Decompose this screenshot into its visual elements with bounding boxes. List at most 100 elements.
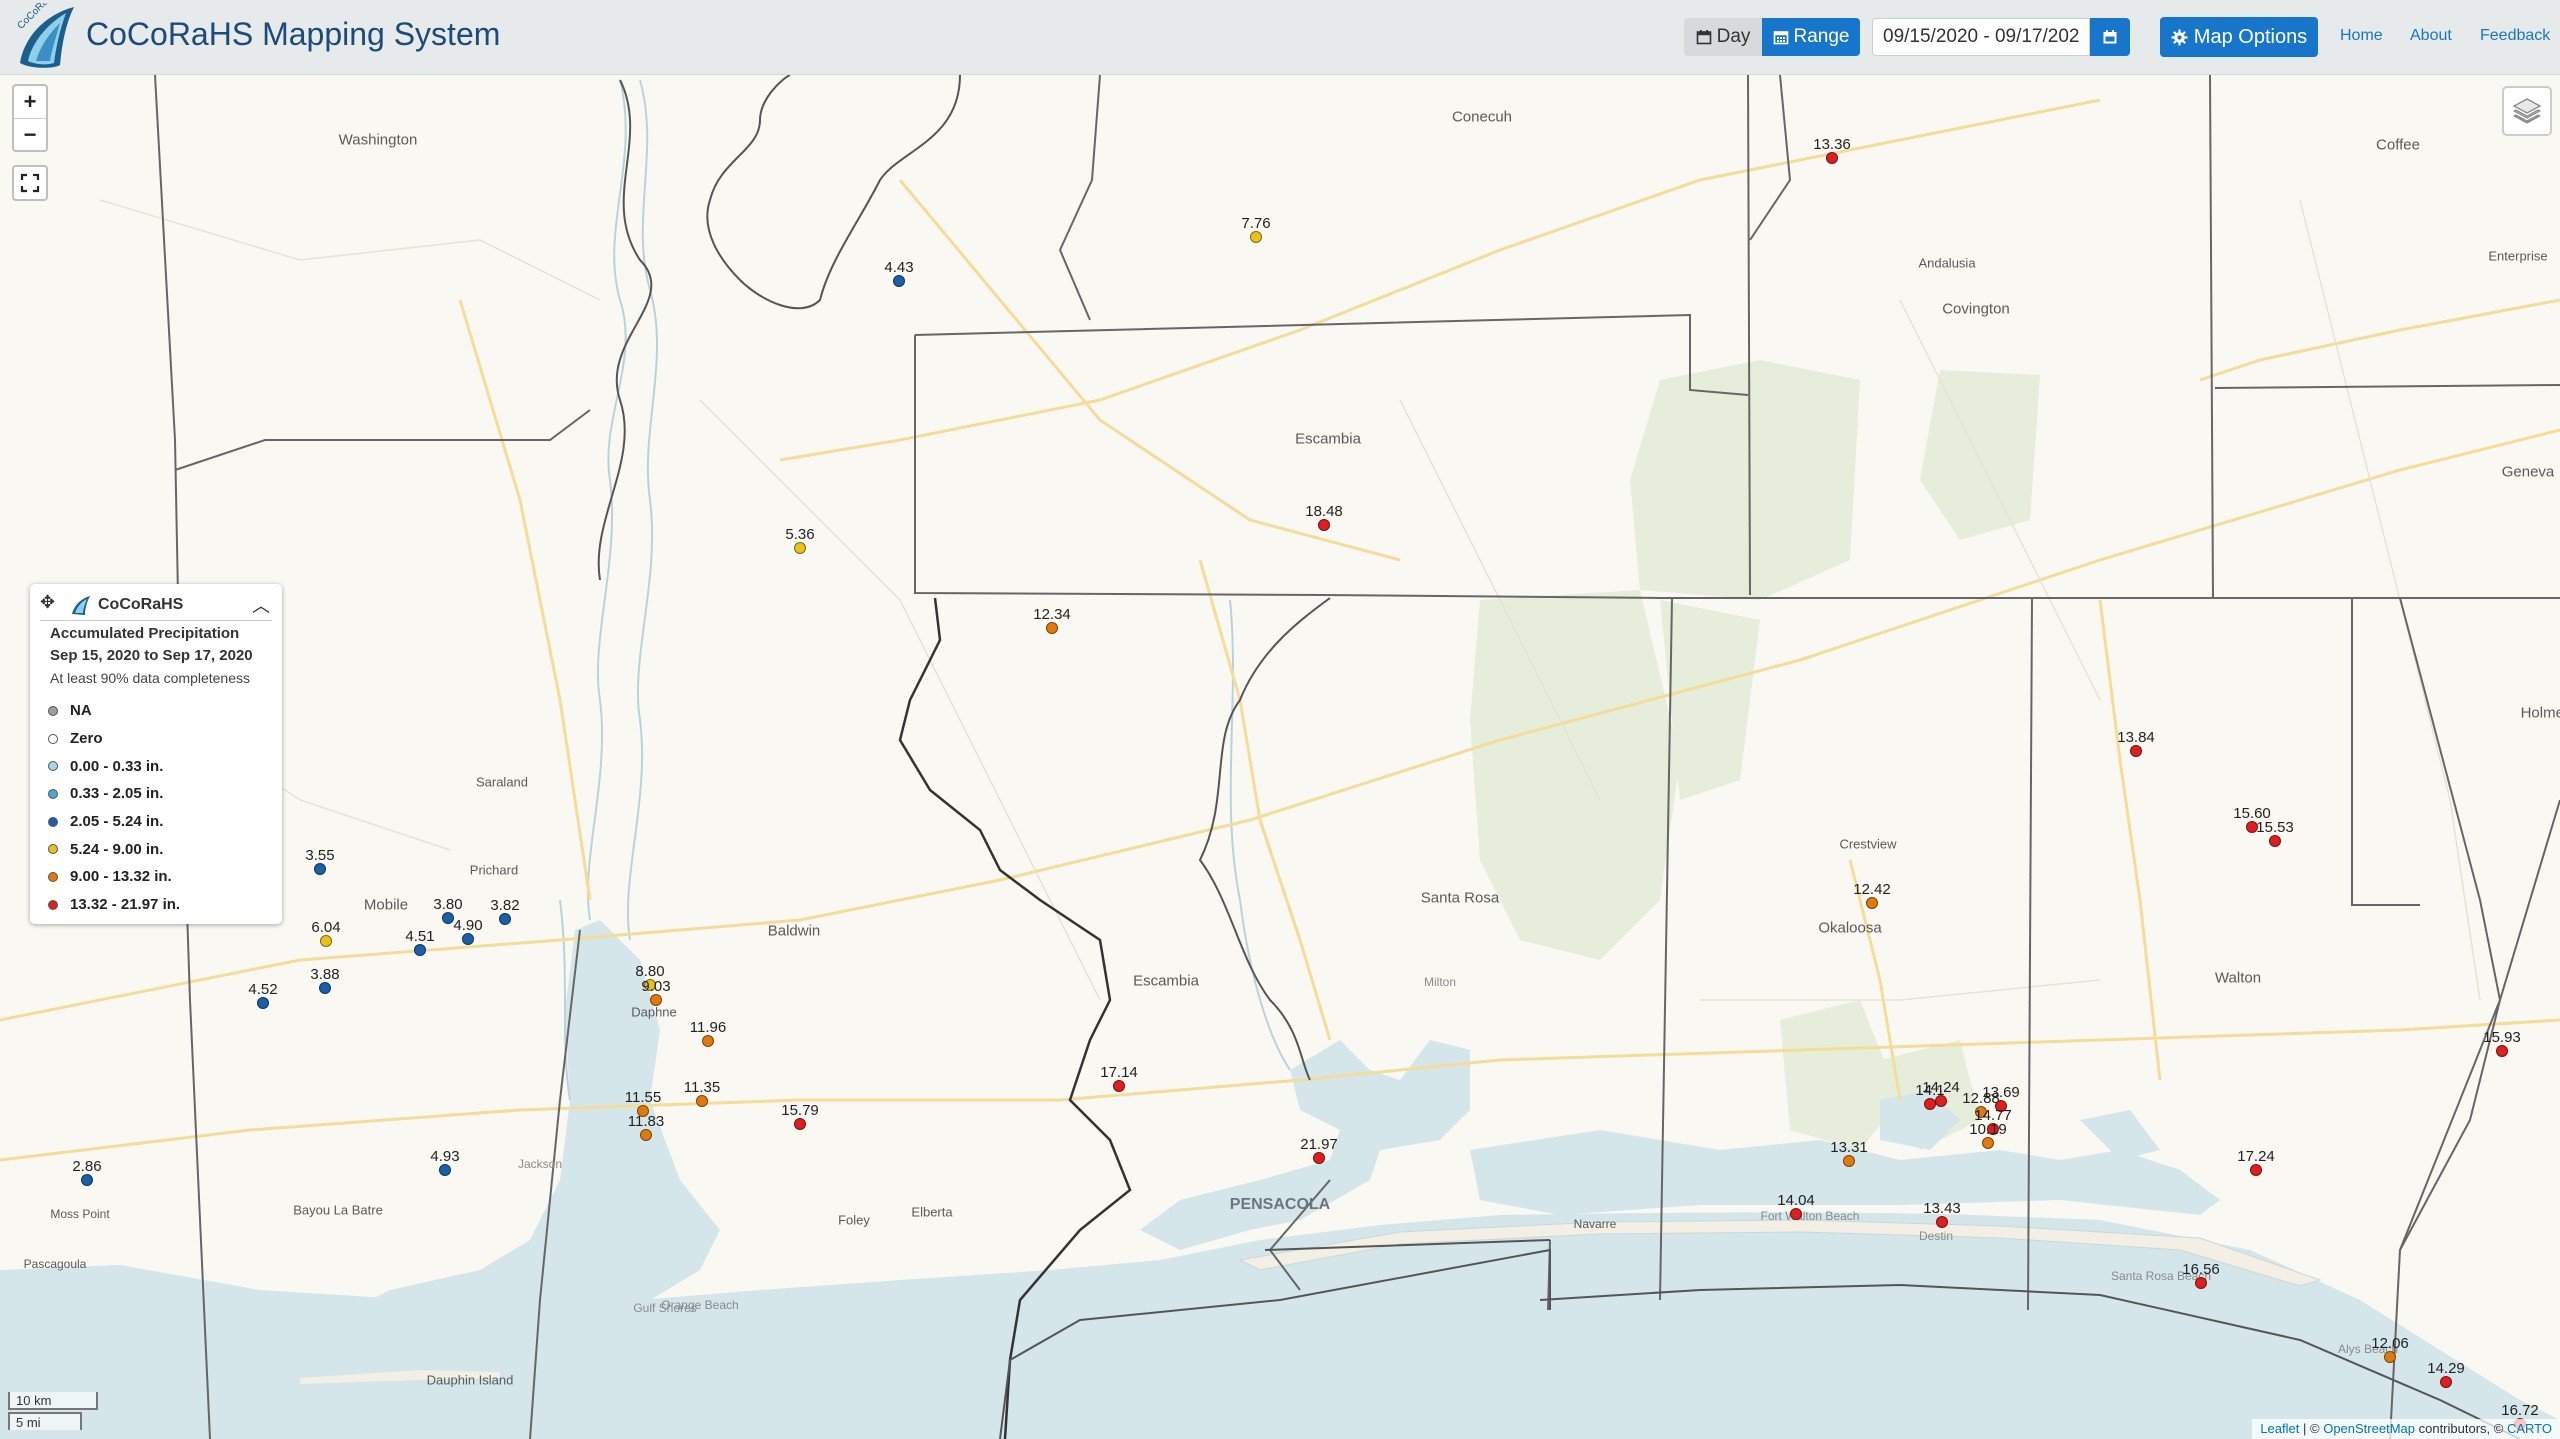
legend-swatch	[48, 761, 58, 772]
place-label: Escambia	[1133, 972, 1199, 990]
station-marker[interactable]	[1936, 1216, 1948, 1228]
legend-label: 2.05 - 5.24 in.	[70, 813, 164, 831]
station-value: 4.43	[884, 259, 914, 276]
station-marker[interactable]	[319, 982, 331, 994]
attribution: Leaflet | © OpenStreetMap contributors, …	[2252, 1419, 2560, 1439]
station-marker[interactable]	[2250, 1164, 2262, 1176]
legend-item: 2.05 - 5.24 in.	[48, 808, 180, 836]
fullscreen-button[interactable]	[12, 165, 48, 201]
legend-label: NA	[70, 702, 92, 720]
date-range-input[interactable]	[1872, 18, 2090, 56]
station-marker[interactable]	[2496, 1045, 2508, 1057]
station-marker[interactable]	[1866, 897, 1878, 909]
legend-divider	[40, 620, 272, 621]
zoom-in-button[interactable]: +	[14, 86, 46, 119]
station-marker[interactable]	[2384, 1351, 2396, 1363]
station-marker[interactable]	[1790, 1208, 1802, 1220]
legend-title: Accumulated Precipitation	[50, 625, 240, 642]
place-label: Conecuh	[1451, 108, 1513, 126]
place-label: Coffee	[2376, 136, 2420, 154]
station-value: 11.83	[627, 1113, 665, 1130]
station-marker[interactable]	[1318, 519, 1330, 531]
zoom-out-button[interactable]: −	[14, 119, 46, 151]
nav-feedback-link[interactable]: Feedback	[2480, 27, 2550, 45]
layers-button[interactable]	[2502, 86, 2552, 136]
station-marker[interactable]	[1113, 1080, 1125, 1092]
station-value: 14.29	[2427, 1360, 2465, 1377]
legend-item: 5.24 - 9.00 in.	[48, 835, 180, 863]
station-marker[interactable]	[314, 863, 326, 875]
station-value: 3.88	[310, 966, 340, 983]
legend-swatch	[48, 816, 58, 827]
station-marker[interactable]	[1313, 1152, 1325, 1164]
station-marker[interactable]	[439, 1164, 451, 1176]
station-marker[interactable]	[794, 542, 806, 554]
station-marker[interactable]	[794, 1118, 806, 1130]
station-marker[interactable]	[702, 1035, 714, 1047]
station-marker[interactable]	[640, 1129, 652, 1141]
station-marker[interactable]	[1250, 231, 1262, 243]
place-label: Pascagoula	[23, 1257, 87, 1271]
legend-items: NA Zero 0.00 - 0.33 in. 0.33 - 2.05 in. 2.05…	[48, 697, 180, 919]
cocorahs-logo[interactable]: CoCoRaHS	[14, 3, 84, 71]
legend-label: 13.32 - 21.97 in.	[70, 896, 181, 914]
place-label: Moss Point	[50, 1207, 110, 1221]
station-marker[interactable]	[414, 944, 426, 956]
date-picker-button[interactable]	[2090, 18, 2130, 56]
legend-item: Zero	[48, 725, 180, 753]
station-marker[interactable]	[442, 912, 454, 924]
station-marker[interactable]	[1982, 1137, 1994, 1149]
station-value: 15.53	[2256, 819, 2294, 836]
day-label: Day	[1716, 26, 1751, 47]
place-label: Destin	[1918, 1229, 1954, 1243]
legend-item: 0.33 - 2.05 in.	[48, 780, 180, 808]
station-marker[interactable]	[499, 913, 511, 925]
station-value: 4.93	[430, 1148, 460, 1165]
station-value: 13.31	[1830, 1139, 1868, 1156]
station-value: 18.48	[1305, 503, 1343, 520]
carto-link[interactable]: CARTO	[2507, 1421, 2552, 1436]
map-options-label: Map Options	[2193, 25, 2308, 48]
place-label: Holmes	[2520, 704, 2560, 722]
nav-about-link[interactable]: About	[2410, 27, 2452, 45]
legend-brand: CoCoRaHS	[98, 596, 184, 613]
move-icon[interactable]: ✥	[40, 592, 55, 613]
navbar: CoCoRaHS CoCoRaHS Mapping System Day Ran…	[0, 0, 2560, 75]
station-value: 4.51	[405, 928, 435, 945]
station-marker[interactable]	[462, 933, 474, 945]
zoom-control: + −	[12, 84, 48, 152]
station-marker[interactable]	[257, 997, 269, 1009]
openstreetmap-link[interactable]: OpenStreetMap	[2323, 1421, 2415, 1436]
station-marker[interactable]	[696, 1095, 708, 1107]
station-marker[interactable]	[81, 1174, 93, 1186]
map-options-button[interactable]: Map Options	[2160, 17, 2318, 57]
station-value: 13.43	[1923, 1200, 1961, 1217]
station-marker[interactable]	[650, 994, 662, 1006]
station-marker[interactable]	[1924, 1098, 1936, 1110]
legend-swatch	[48, 871, 58, 882]
station-marker[interactable]	[1843, 1155, 1855, 1167]
place-label: Dauphin Island	[426, 1372, 514, 1388]
legend-swatch	[48, 788, 58, 799]
place-label: Crestview	[1839, 836, 1897, 852]
station-marker[interactable]	[2440, 1376, 2452, 1388]
chevron-up-icon[interactable]: ︿	[252, 592, 270, 618]
station-value: 10.19	[1969, 1121, 2007, 1138]
station-marker[interactable]	[2269, 835, 2281, 847]
station-marker[interactable]	[2130, 745, 2142, 757]
station-marker[interactable]	[893, 275, 905, 287]
leaflet-link[interactable]: Leaflet	[2260, 1421, 2299, 1436]
station-marker[interactable]	[1046, 622, 1058, 634]
scale-imperial: 5 mi	[8, 1412, 82, 1430]
station-marker[interactable]	[320, 935, 332, 947]
map-canvas[interactable]: Washington Conecuh Coffee Andalusia Covingto…	[0, 75, 2560, 1439]
range-toggle-button[interactable]: Range	[1762, 18, 1860, 56]
scale-bar: 10 km 5 mi	[8, 1392, 98, 1432]
day-toggle-button[interactable]: Day	[1684, 18, 1762, 56]
nav-home-link[interactable]: Home	[2340, 27, 2383, 45]
place-label: Baldwin	[767, 922, 821, 940]
legend-label: 0.33 - 2.05 in.	[70, 785, 164, 803]
station-marker[interactable]	[1826, 152, 1838, 164]
place-label: Prichard	[469, 862, 519, 878]
station-marker[interactable]	[2195, 1277, 2207, 1289]
